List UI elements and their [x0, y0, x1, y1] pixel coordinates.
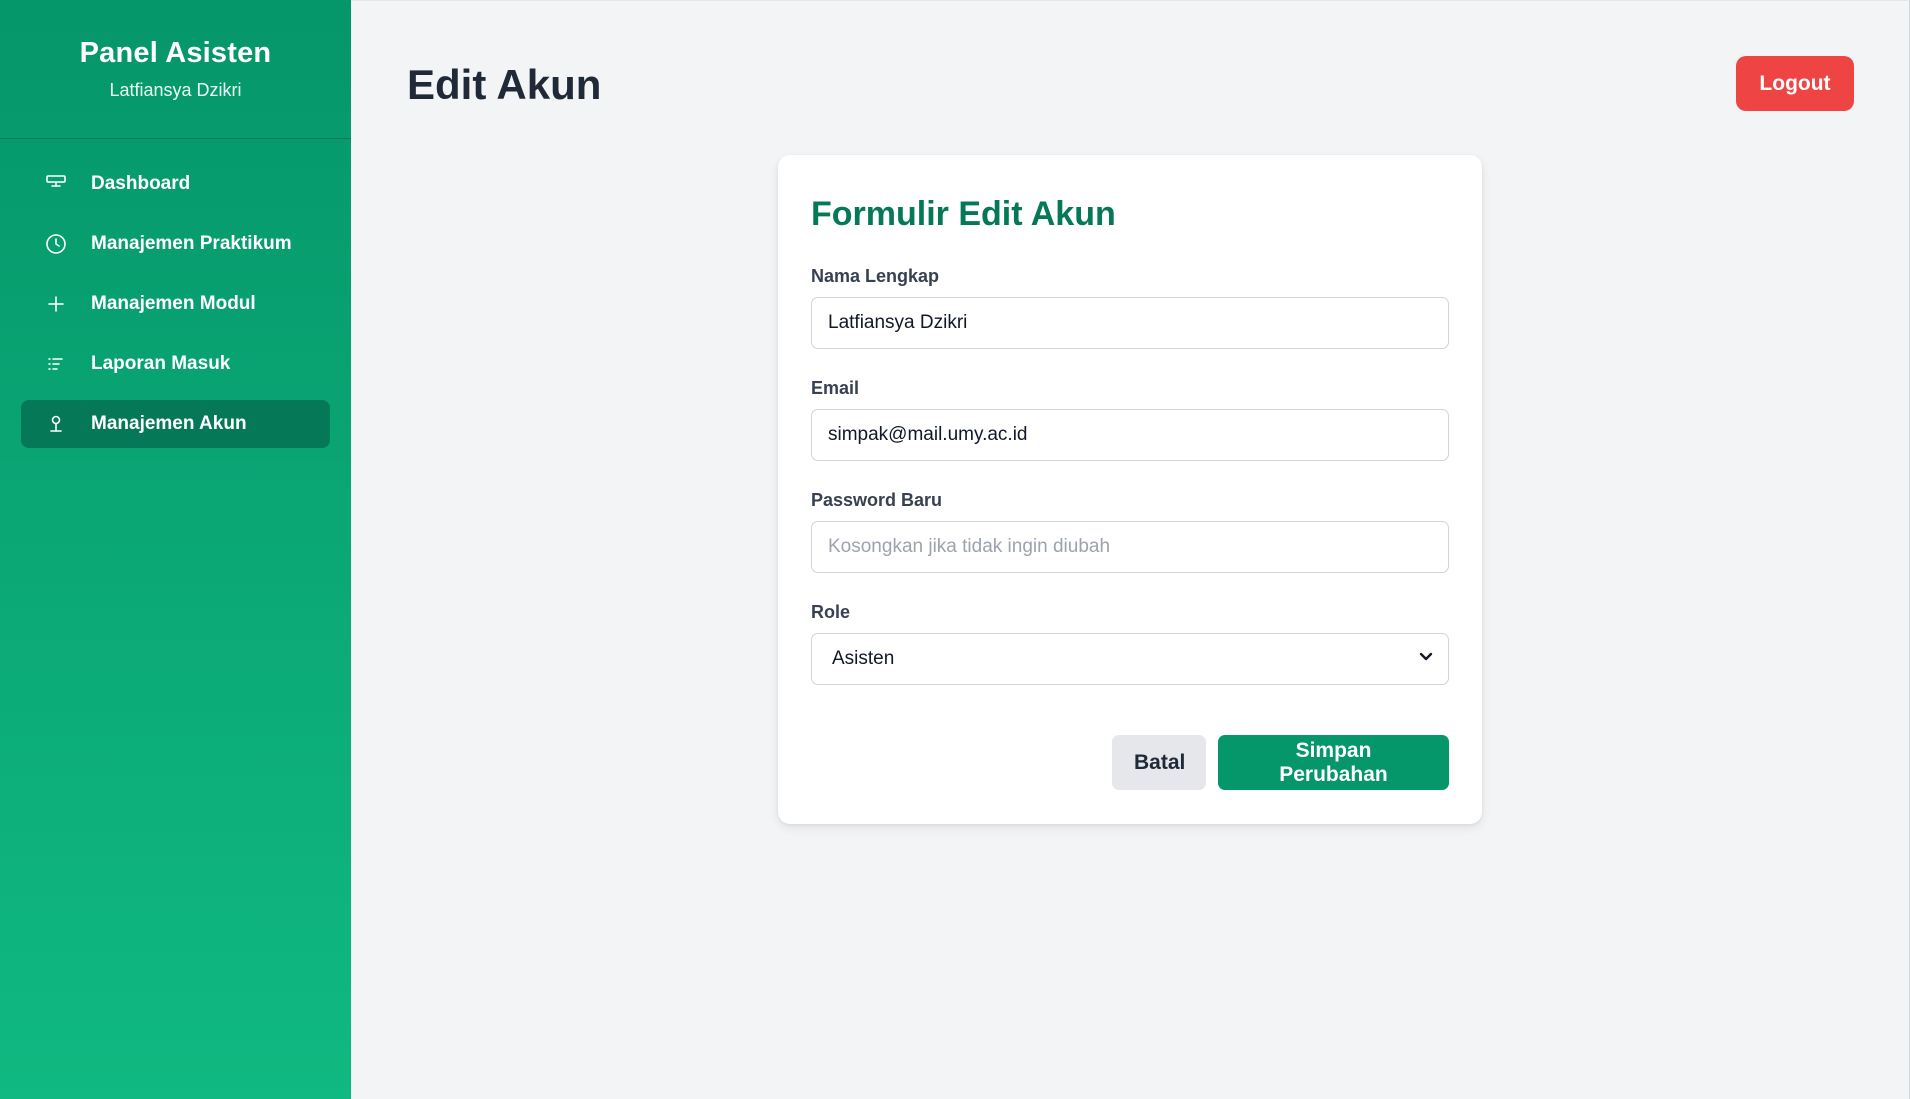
sidebar-item-manajemen-praktikum[interactable]: Manajemen Praktikum	[21, 220, 330, 268]
sidebar-item-manajemen-modul[interactable]: Manajemen Modul	[21, 280, 330, 328]
dashboard-icon	[43, 171, 69, 197]
sidebar-header: Panel Asisten Latfiansya Dzikri	[0, 0, 351, 139]
role-selected-value: Asisten	[832, 648, 895, 669]
sidebar-item-laporan-masuk[interactable]: Laporan Masuk	[21, 340, 330, 388]
email-field-group: Email	[811, 377, 1449, 461]
clock-icon	[43, 231, 69, 257]
list-icon	[43, 351, 69, 377]
email-input[interactable]	[811, 409, 1449, 461]
role-select[interactable]: Asisten	[811, 633, 1449, 685]
email-label: Email	[811, 378, 860, 398]
name-input[interactable]	[811, 297, 1449, 349]
main-content: Edit Akun Logout Formulir Edit Akun Nama…	[351, 0, 1910, 1099]
save-changes-button[interactable]: Simpan Perubahan	[1218, 735, 1449, 790]
name-field-group: Nama Lengkap	[811, 265, 1449, 349]
sidebar-user-name: Latfiansya Dzikri	[109, 80, 242, 100]
sidebar-item-dashboard[interactable]: Dashboard	[21, 160, 330, 208]
sidebar-item-label: Manajemen Akun	[91, 413, 247, 434]
logout-button[interactable]: Logout	[1736, 56, 1854, 111]
plus-icon	[43, 291, 69, 317]
edit-account-form-card: Formulir Edit Akun Nama Lengkap Email Pa…	[778, 155, 1482, 824]
password-input[interactable]	[811, 521, 1449, 573]
password-field-group: Password Baru	[811, 489, 1449, 573]
page-title: Edit Akun	[407, 61, 602, 108]
form-actions: Batal Simpan Perubahan	[811, 735, 1449, 790]
sidebar-item-label: Manajemen Modul	[91, 293, 256, 314]
password-label: Password Baru	[811, 490, 943, 510]
name-label: Nama Lengkap	[811, 266, 940, 286]
form-title: Formulir Edit Akun	[811, 195, 1116, 233]
user-icon	[43, 411, 69, 437]
sidebar-nav: Dashboard Manajemen Praktikum Manajemen …	[0, 139, 351, 448]
role-field-group: Role Asisten	[811, 601, 1449, 685]
sidebar-item-label: Manajemen Praktikum	[91, 233, 292, 254]
role-label: Role	[811, 602, 851, 622]
sidebar-item-label: Laporan Masuk	[91, 353, 231, 374]
app: Panel Asisten Latfiansya Dzikri Dashboar…	[0, 0, 1910, 1099]
sidebar: Panel Asisten Latfiansya Dzikri Dashboar…	[0, 0, 351, 1099]
chevron-down-icon	[1418, 648, 1434, 670]
sidebar-item-label: Dashboard	[91, 173, 191, 194]
sidebar-item-manajemen-akun[interactable]: Manajemen Akun	[21, 400, 330, 448]
cancel-button[interactable]: Batal	[1112, 735, 1206, 790]
sidebar-title: Panel Asisten	[79, 37, 272, 69]
